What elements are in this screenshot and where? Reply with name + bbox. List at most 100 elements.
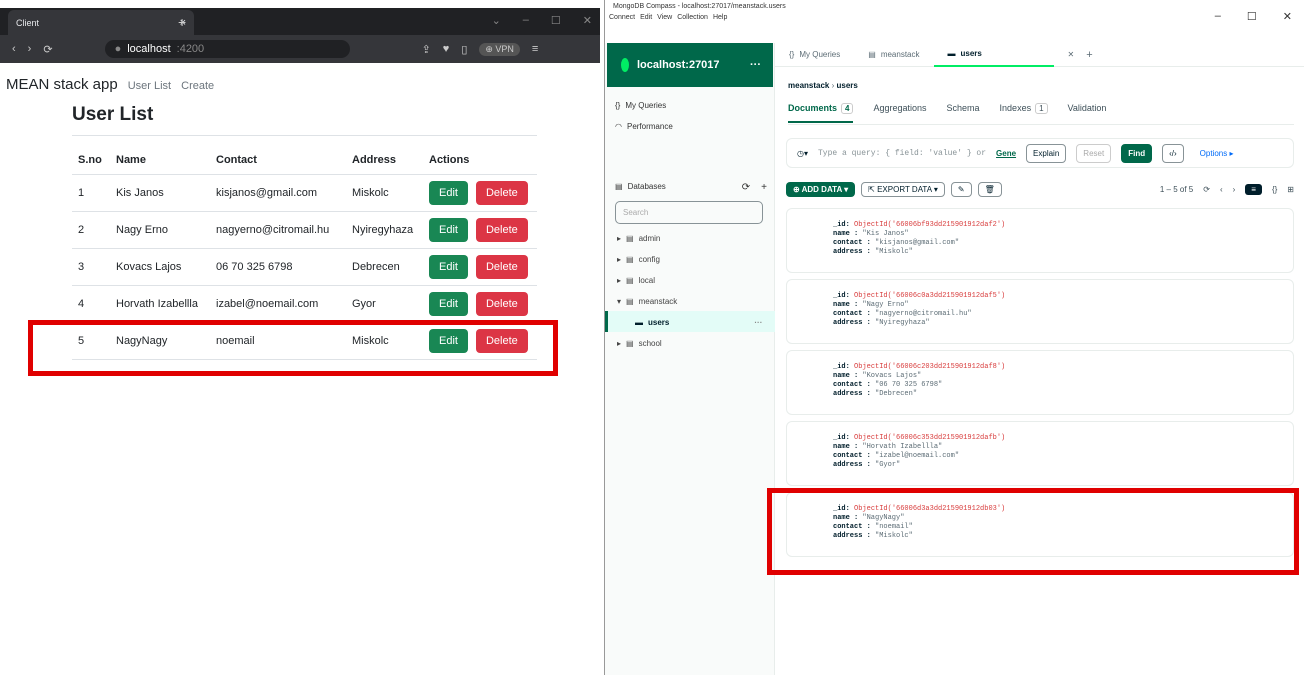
tab-users[interactable]: ▬ users (933, 43, 1054, 67)
subtab-indexes[interactable]: Indexes 1 (1000, 103, 1048, 123)
subtab-schema[interactable]: Schema (947, 103, 980, 123)
app-brand[interactable]: MEAN stack app (6, 76, 118, 93)
prev-page-icon[interactable]: ‹ (1220, 185, 1223, 194)
new-tab-icon[interactable]: + (1086, 49, 1092, 61)
menu-icon[interactable]: ≡ (532, 43, 538, 55)
sidebar-item-my-queries[interactable]: {} My Queries (615, 95, 673, 116)
reload-icon[interactable]: ⟳ (43, 43, 52, 56)
doc-field-address: address : "Debrecen" (833, 390, 918, 398)
db-item-local[interactable]: ▸ ▤ local (617, 270, 762, 291)
search-input[interactable]: Search (615, 201, 763, 224)
menu-connect[interactable]: Connect (609, 14, 635, 21)
export-data-button[interactable]: ⇱ EXPORT DATA ▾ (861, 181, 945, 197)
tab-my-queries[interactable]: {} My Queries (775, 43, 854, 67)
refresh-icon[interactable]: ⟳ (742, 182, 750, 193)
next-page-icon[interactable]: › (1233, 185, 1236, 194)
add-icon[interactable]: + (761, 182, 767, 193)
doc-value: "Kis Janos" (862, 230, 909, 238)
cell-name: Kis Janos (110, 174, 210, 212)
nav-create[interactable]: Create (181, 80, 214, 92)
explain-button[interactable]: Explain (1026, 143, 1067, 163)
dropdown-icon[interactable]: ⌄ (492, 14, 501, 27)
find-button[interactable]: Find (1121, 143, 1153, 163)
subtab-aggregations[interactable]: Aggregations (873, 103, 926, 123)
maximize-icon[interactable]: ☐ (1247, 10, 1257, 23)
edit-button[interactable]: Edit (429, 180, 468, 205)
delete-button[interactable]: Delete (475, 217, 528, 242)
delete-button[interactable]: Delete (475, 180, 528, 205)
database-icon: ▤ (626, 255, 634, 264)
databases-label[interactable]: Databases (628, 182, 666, 193)
delete-button[interactable]: Delete (475, 254, 528, 279)
url-field[interactable]: ● localhost:4200 (104, 40, 350, 58)
db-item-meanstack[interactable]: ▾ ▤ meanstack (617, 291, 762, 312)
doc-field-id: _id: ObjectId('66006bf93dd215901912daf2'… (833, 221, 1006, 229)
reset-button[interactable]: Reset (1076, 143, 1112, 163)
compass-sidebar: localhost:27017 ··· {} My Queries ◠ Perfor… (605, 43, 775, 675)
menu-edit[interactable]: Edit (640, 14, 652, 21)
document-card[interactable]: _id: ObjectId('66006c0a3dd215901912daf5'… (786, 279, 1294, 344)
vpn-button[interactable]: ⊕ VPN (479, 42, 520, 56)
close-icon[interactable]: ✕ (1068, 50, 1075, 59)
edit-icon[interactable]: ✎ (950, 181, 972, 197)
document-card[interactable]: _id: ObjectId('66006c353dd215901912dafb'… (786, 421, 1294, 486)
browser-tab[interactable]: Client × (8, 10, 194, 35)
new-tab-icon[interactable]: + (178, 14, 186, 30)
query-input[interactable]: Type a query: { field: 'value' } or (818, 149, 986, 158)
connection-header[interactable]: localhost:27017 ··· (607, 43, 773, 87)
edit-button[interactable]: Edit (429, 254, 468, 279)
menu-view[interactable]: View (657, 14, 672, 21)
table-view-icon[interactable]: ⊞ (1287, 185, 1294, 194)
share-icon[interactable]: ⇪ (422, 43, 431, 56)
json-view-icon[interactable]: {} (1272, 185, 1277, 194)
more-icon[interactable]: ··· (754, 318, 762, 327)
delete-button[interactable]: Delete (475, 291, 528, 316)
shield-icon[interactable]: ♥ (443, 43, 450, 55)
nav-user-list[interactable]: User List (128, 80, 171, 92)
braces-icon: {} (789, 50, 795, 59)
minimize-icon[interactable]: – (523, 14, 529, 27)
menu-collection[interactable]: Collection (677, 14, 708, 21)
doc-value: "kisjanos@gmail.com" (875, 239, 960, 247)
generate-link[interactable]: Gene (996, 149, 1016, 158)
table-header: S.no Name Contact Address Actions (72, 146, 537, 175)
cell-name: Kovacs Lajos (110, 248, 210, 286)
maximize-icon[interactable]: ☐ (551, 14, 561, 27)
document-card[interactable]: _id: ObjectId('66006bf93dd215901912daf2'… (786, 208, 1294, 273)
forward-icon[interactable]: › (28, 43, 32, 55)
breadcrumb-collection[interactable]: users (837, 81, 858, 90)
doc-field-address: address : "Miskolc" (833, 248, 913, 256)
browser-tabbar: Client × + ⌄ – ☐ ✕ (0, 8, 600, 35)
db-item-config[interactable]: ▸ ▤ config (617, 249, 762, 270)
menu-help[interactable]: Help (713, 14, 727, 21)
list-view-icon[interactable]: ≡ (1245, 183, 1262, 195)
col-contact: Contact (210, 146, 346, 175)
trash-icon[interactable]: 🗑 (977, 181, 1002, 197)
sidebar-icon[interactable]: ▯ (461, 43, 467, 56)
more-icon[interactable]: ··· (750, 59, 761, 71)
minimize-icon[interactable]: – (1215, 10, 1221, 23)
edit-button[interactable]: Edit (429, 291, 468, 316)
doc-value: "izabel@noemail.com" (875, 452, 960, 460)
collection-item-users[interactable]: ▬ users ··· (617, 312, 762, 333)
sidebar-item-performance[interactable]: ◠ Performance (615, 116, 673, 137)
history-icon[interactable]: ◷▾ (797, 149, 808, 158)
db-item-admin[interactable]: ▸ ▤ admin (617, 228, 762, 249)
add-data-button[interactable]: ⊕ ADD DATA ▾ (786, 181, 856, 197)
back-icon[interactable]: ‹ (12, 43, 16, 55)
subtab-documents[interactable]: Documents 4 (788, 103, 854, 123)
collection-label: users (648, 318, 670, 327)
db-item-school[interactable]: ▸ ▤ school (617, 333, 762, 354)
db-label: admin (638, 234, 661, 243)
refresh-icon[interactable]: ⟳ (1203, 185, 1210, 194)
document-card[interactable]: _id: ObjectId('66006c203dd215901912daf8'… (786, 350, 1294, 415)
options-button[interactable]: Options ▸ (1193, 144, 1240, 162)
close-window-icon[interactable]: ✕ (583, 14, 592, 27)
edit-button[interactable]: Edit (429, 217, 468, 242)
subtab-validation[interactable]: Validation (1068, 103, 1107, 123)
code-icon[interactable]: ‹/› (1162, 143, 1184, 163)
close-window-icon[interactable]: ✕ (1283, 10, 1292, 23)
col-name: Name (110, 146, 210, 175)
tab-meanstack[interactable]: ▤ meanstack (854, 43, 933, 67)
breadcrumb-db[interactable]: meanstack (788, 81, 829, 90)
